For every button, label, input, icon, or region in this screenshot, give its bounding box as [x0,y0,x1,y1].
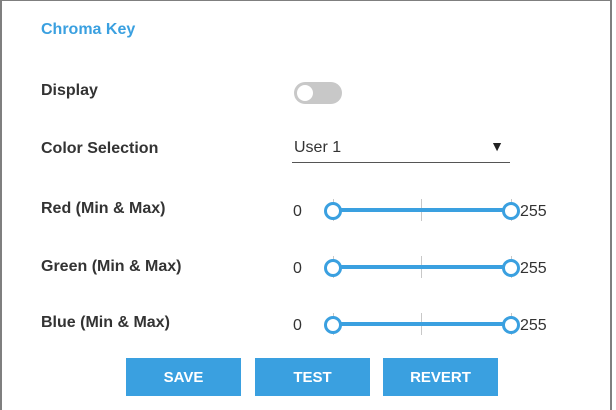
green-min-value: 0 [293,260,302,277]
slider-track [332,322,512,326]
blue-min-handle[interactable] [324,316,342,334]
green-max-handle[interactable] [502,259,520,277]
display-label: Display [41,82,98,99]
blue-max-handle[interactable] [502,316,520,334]
revert-button[interactable]: REVERT [383,358,498,396]
blue-min-value: 0 [293,317,302,334]
red-range-slider[interactable] [324,197,520,223]
green-max-value: 255 [520,260,547,277]
chroma-key-panel: Chroma Key Display Color Selection User … [0,0,612,410]
blue-range-label: Blue (Min & Max) [41,314,170,331]
display-toggle[interactable] [294,82,342,104]
color-selection-label: Color Selection [41,140,159,157]
save-button[interactable]: SAVE [126,358,241,396]
color-selection-dropdown[interactable]: User 1 ▼ [292,134,510,163]
red-range-label: Red (Min & Max) [41,200,166,217]
green-range-slider[interactable] [324,254,520,280]
red-min-handle[interactable] [324,202,342,220]
blue-max-value: 255 [520,317,547,334]
blue-range-slider[interactable] [324,311,520,337]
slider-track [332,265,512,269]
test-button[interactable]: TEST [255,358,370,396]
red-max-handle[interactable] [502,202,520,220]
red-min-value: 0 [293,203,302,220]
dropdown-arrow-icon: ▼ [490,138,504,154]
green-min-handle[interactable] [324,259,342,277]
red-max-value: 255 [520,203,547,220]
section-title: Chroma Key [41,21,136,38]
slider-track [332,208,512,212]
toggle-knob [297,85,313,101]
color-selection-value: User 1 [294,139,342,156]
green-range-label: Green (Min & Max) [41,258,182,275]
